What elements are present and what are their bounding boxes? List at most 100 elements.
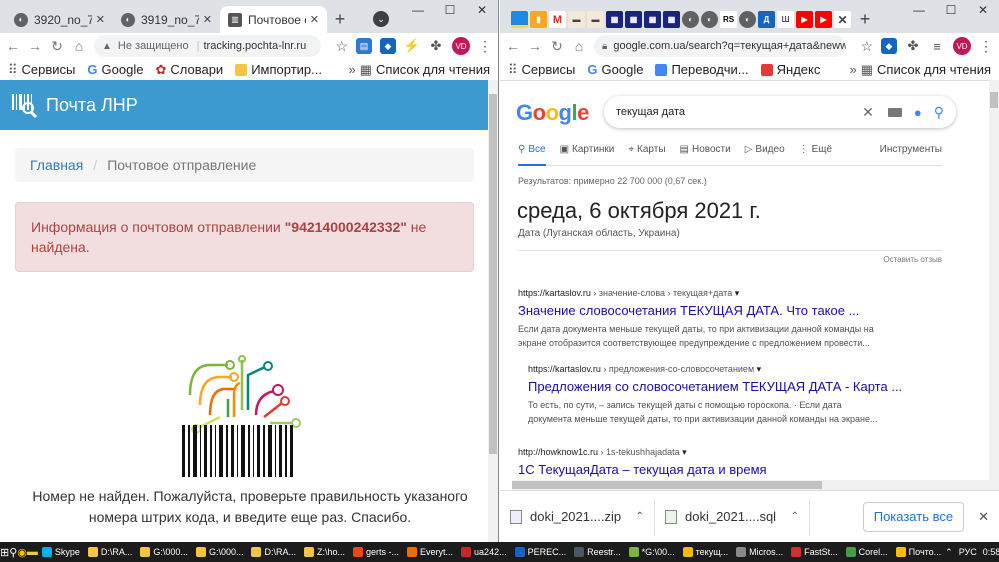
taskbar-item[interactable]: текущ... [679, 542, 732, 562]
avatar[interactable]: VD [953, 37, 971, 55]
chevron-up-icon[interactable]: ⌃ [636, 511, 644, 522]
result-url[interactable]: http://howknow1c.ru › 1s-tekushhajadata … [518, 447, 928, 458]
tab-icon[interactable]: Д [758, 11, 775, 28]
taskbar-item[interactable]: G:\000... [192, 542, 248, 562]
tab-icon[interactable]: ▬ [587, 11, 604, 28]
close-window-icon[interactable]: ✕ [466, 0, 498, 20]
taskbar-item[interactable]: D:\RA... [247, 542, 300, 562]
new-tab-button[interactable]: + [327, 6, 353, 33]
vertical-scrollbar[interactable] [488, 80, 498, 542]
forward-icon[interactable]: → [528, 38, 542, 54]
bookmark-services[interactable]: ⠿ Сервисы [8, 62, 75, 78]
reading-list[interactable]: » ▦ Список для чтения [348, 62, 490, 78]
menu-icon[interactable]: ⋮ [979, 38, 993, 55]
result-title-link[interactable]: 1С ТекущаяДата – текущая дата и время [518, 462, 928, 477]
taskbar-item[interactable]: Everyt... [403, 542, 457, 562]
tab-search-icon[interactable]: ⌄ [373, 11, 389, 27]
microphone-icon[interactable]: ● [914, 105, 922, 120]
rs-tab-icon[interactable]: RS [720, 11, 737, 28]
bookmark-dictionaries[interactable]: ✿ Словари [155, 62, 223, 78]
folder-icon[interactable]: ▬ [27, 546, 38, 558]
breadcrumb-home-link[interactable]: Главная [30, 157, 83, 173]
youtube-tab-icon[interactable]: ▶ [796, 11, 813, 28]
keyboard-icon[interactable] [887, 107, 902, 117]
close-icon[interactable]: ✕ [310, 13, 319, 26]
close-icon[interactable]: ✕ [978, 509, 989, 525]
bookmark-star-icon[interactable]: ☆ [335, 38, 348, 55]
scrollbar-thumb[interactable] [512, 481, 822, 489]
search-icon[interactable]: ⚲ [934, 104, 944, 121]
reload-icon[interactable]: ↻ [50, 38, 64, 55]
tab-maps[interactable]: ⌖ Карты [628, 144, 665, 165]
puzzle-icon[interactable]: ✤ [428, 38, 444, 54]
taskbar-item[interactable]: Skype [38, 542, 84, 562]
close-window-icon[interactable]: ✕ [967, 0, 999, 20]
windows-start-icon[interactable]: ⊞ [0, 546, 9, 559]
bookmark-imported[interactable]: Импортир... [235, 62, 322, 77]
lightning-extension-icon[interactable]: ⚡ [404, 38, 420, 54]
extension-icon[interactable]: ◆ [380, 38, 396, 54]
chrome-icon[interactable]: ◉ [17, 546, 27, 559]
tab-3919[interactable]: ◐ 3919_no_77( ✕ [113, 6, 220, 33]
download-item[interactable]: doki_2021....sql ⌃ [665, 498, 810, 535]
search-input[interactable]: текущая дата [616, 106, 862, 118]
tab-video[interactable]: ▷ Видео [745, 144, 785, 165]
taskbar-item[interactable]: Почто... [892, 542, 946, 562]
bookmark-star-icon[interactable]: ☆ [860, 38, 873, 55]
tab-3920[interactable]: ◐ 3920_no_77( ✕ [6, 6, 113, 33]
tab-all[interactable]: ⚲ Все [518, 144, 546, 166]
home-icon[interactable]: ⌂ [572, 38, 586, 54]
tab-icon[interactable]: ▦ [644, 11, 661, 28]
maximize-icon[interactable]: ☐ [434, 0, 466, 20]
close-icon[interactable]: ✕ [203, 13, 212, 26]
chevron-up-icon[interactable]: ⌃ [791, 511, 799, 522]
tab-icon[interactable]: Ш [777, 11, 794, 28]
minimize-icon[interactable]: — [402, 0, 434, 20]
bookmark-yandex[interactable]: Яндекс [760, 62, 820, 77]
taskbar-item[interactable]: *G:\00... [625, 542, 679, 562]
globe-tab-icon[interactable]: ◐ [701, 11, 718, 28]
reading-list[interactable]: » ▦ Список для чтения [849, 62, 991, 78]
site-brand[interactable]: Почта ЛНР [46, 95, 138, 116]
tray-arrow-icon[interactable]: ⌃ [945, 547, 953, 558]
feedback-link[interactable]: Оставить отзыв [518, 250, 942, 264]
ukraine-flag-tab-icon[interactable] [511, 11, 528, 28]
tab-news[interactable]: ▤ Новости [680, 144, 731, 165]
result-url[interactable]: https://kartaslov.ru › значение-слова › … [518, 288, 928, 299]
close-icon[interactable]: ✕ [96, 13, 105, 26]
tab-pochta[interactable]: ▥ Почтовое о ✕ [220, 6, 327, 33]
back-icon[interactable]: ← [506, 38, 520, 54]
taskbar-item[interactable]: ua242... [457, 542, 511, 562]
result-title-link[interactable]: Предложения со словосочетанием ТЕКУЩАЯ Д… [528, 379, 938, 394]
taskbar-item[interactable]: gerts -... [349, 542, 403, 562]
youtube-tab-icon[interactable]: ▶ [815, 11, 832, 28]
bookmark-google[interactable]: G Google [87, 62, 143, 77]
forward-icon[interactable]: → [28, 38, 42, 54]
scrollbar-thumb[interactable] [990, 92, 998, 108]
bookmark-translate[interactable]: Переводчи... [655, 62, 749, 77]
bookmark-services[interactable]: ⠿ Сервисы [508, 62, 575, 78]
result-url[interactable]: https://kartaslov.ru › предложения-со-сл… [528, 364, 938, 375]
media-icon[interactable]: ≡ [929, 38, 945, 54]
extension-icon[interactable]: ◆ [881, 38, 897, 54]
tab-icon[interactable]: ▦ [606, 11, 623, 28]
globe-tab-icon[interactable]: ◐ [739, 11, 756, 28]
tab-images[interactable]: ▣ Картинки [560, 144, 615, 165]
menu-icon[interactable]: ⋮ [478, 38, 492, 55]
taskbar-item[interactable]: FastSt... [787, 542, 842, 562]
show-all-button[interactable]: Показать все [862, 501, 965, 532]
new-tab-button[interactable]: + [852, 6, 878, 33]
extension-icon[interactable]: ▤ [356, 38, 372, 54]
tab-icon[interactable]: ▦ [663, 11, 680, 28]
tab-icon[interactable]: ▮ [530, 11, 547, 28]
chevron-down-icon[interactable]: ▾ [735, 288, 740, 298]
taskbar-item[interactable]: Corel... [842, 542, 892, 562]
taskbar-item[interactable]: Z:\ho... [300, 542, 349, 562]
avatar[interactable]: VD [452, 37, 470, 55]
clock[interactable]: 0:58 [983, 547, 999, 557]
chevron-down-icon[interactable]: ▾ [682, 447, 687, 457]
puzzle-icon[interactable]: ✤ [905, 38, 921, 54]
search-icon[interactable]: ⚲ [9, 546, 17, 559]
google-logo[interactable]: Google [516, 100, 589, 126]
address-bar[interactable]: ▲ Не защищено | tracking.pochta-lnr.ru [94, 35, 322, 57]
